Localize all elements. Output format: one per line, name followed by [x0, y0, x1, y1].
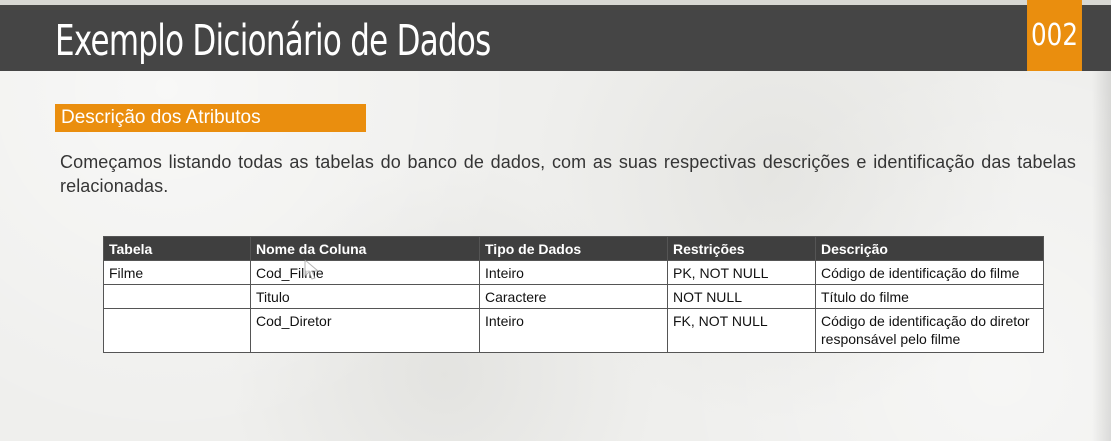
table-header-row: Tabela Nome da Coluna Tipo de Dados Rest… [103, 236, 1044, 261]
intro-paragraph: Começamos listando todas as tabelas do b… [60, 152, 1076, 196]
table-cell: Titulo [250, 284, 480, 309]
table-cell: Filme [103, 260, 251, 285]
table-cell: Cod_Diretor [250, 308, 480, 353]
column-header-nome-da-coluna: Nome da Coluna [250, 236, 480, 261]
table-cell: Cod_Filme [250, 260, 480, 285]
table-cell: Inteiro [479, 260, 668, 285]
table-cell: Inteiro [479, 308, 668, 353]
table-cell: FK, NOT NULL [667, 308, 816, 353]
table-row: Filme Cod_Filme Inteiro PK, NOT NULL Cód… [103, 260, 1044, 285]
slide-number-badge: 002 [1027, 0, 1082, 71]
section-label: Descrição dos Atributos [55, 104, 366, 132]
table-row: Titulo Caractere NOT NULL Título do film… [103, 284, 1044, 309]
column-header-descricao: Descrição [815, 236, 1044, 261]
table-cell: NOT NULL [667, 284, 816, 309]
table-cell: Título do filme [815, 284, 1044, 309]
table-cell [103, 308, 251, 353]
table-cell: Código de identificação do filme [815, 260, 1044, 285]
title-bar: Exemplo Dicionário de Dados [0, 5, 1111, 71]
attributes-table: Tabela Nome da Coluna Tipo de Dados Rest… [103, 236, 1044, 353]
table-cell [103, 284, 251, 309]
table-cell: Caractere [479, 284, 668, 309]
table-row: Cod_Diretor Inteiro FK, NOT NULL Código … [103, 308, 1044, 353]
table-cell: PK, NOT NULL [667, 260, 816, 285]
column-header-tipo-de-dados: Tipo de Dados [479, 236, 668, 261]
column-header-restricoes: Restrições [667, 236, 816, 261]
right-edge-shadow [1092, 71, 1111, 441]
table-cell: Código de identificação do diretor respo… [815, 308, 1044, 353]
page-title: Exemplo Dicionário de Dados [55, 16, 491, 66]
column-header-tabela: Tabela [103, 236, 251, 261]
